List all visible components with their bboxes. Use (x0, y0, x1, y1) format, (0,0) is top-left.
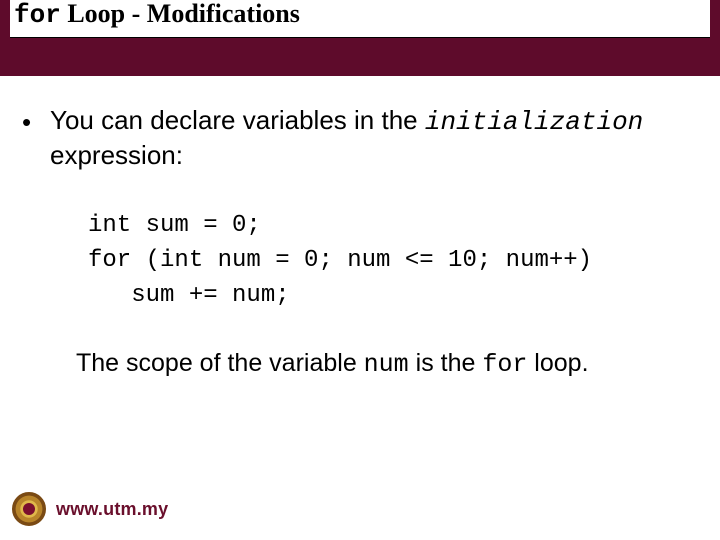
scope-var-num: num (364, 350, 409, 379)
footer: www.utm.my (12, 492, 168, 526)
code-line-2: for (int num = 0; num <= 10; num++) (88, 247, 592, 274)
slide-title: for Loop - Modifications (10, 0, 710, 38)
bullet-item: • You can declare variables in the initi… (22, 104, 698, 171)
slide-body: • You can declare variables in the initi… (0, 76, 720, 382)
bullet-marker: • (22, 104, 50, 139)
site-url: www.utm.my (56, 499, 168, 520)
code-line-1: int sum = 0; (88, 212, 261, 239)
bullet-text-after: expression: (50, 140, 183, 170)
scope-t3: loop. (527, 349, 588, 377)
code-block: int sum = 0; for (int num = 0; num <= 10… (88, 209, 698, 313)
title-rest: Loop - Modifications (61, 0, 300, 28)
bullet-text-before: You can declare variables in the (50, 105, 425, 135)
scope-keyword-for: for (482, 350, 527, 379)
title-code-word: for (14, 0, 61, 30)
title-banner: for Loop - Modifications (0, 0, 720, 76)
scope-note: The scope of the variable num is the for… (76, 347, 698, 382)
utm-logo-icon (12, 492, 46, 526)
scope-t2: is the (409, 349, 483, 377)
code-line-3: sum += num; (88, 282, 290, 309)
bullet-text: You can declare variables in the initial… (50, 104, 698, 171)
bullet-text-mono: initialization (425, 107, 643, 137)
scope-t1: The scope of the variable (76, 349, 364, 377)
